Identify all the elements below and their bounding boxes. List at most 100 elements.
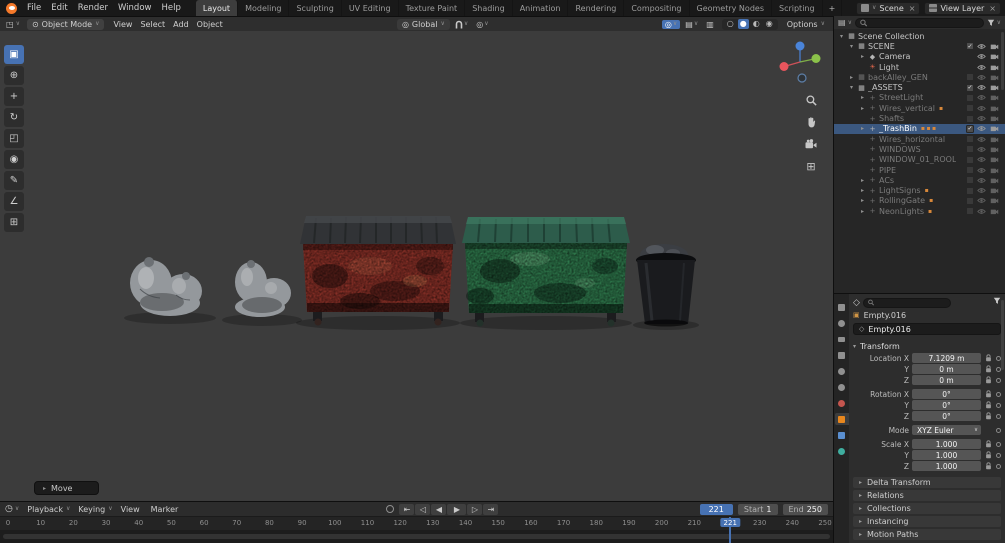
- frame-end-field[interactable]: End 250: [782, 503, 828, 515]
- render-camera-icon[interactable]: [989, 74, 1000, 81]
- jump-to-start-button[interactable]: ⇤: [399, 503, 415, 515]
- workspace-tab[interactable]: Sculpting: [289, 0, 342, 16]
- lock-icon[interactable]: [984, 365, 992, 373]
- render-camera-icon[interactable]: [989, 167, 1000, 174]
- tab-scene[interactable]: [835, 365, 849, 377]
- hide-eye-icon[interactable]: [976, 167, 987, 174]
- value-field[interactable]: 1.000: [912, 461, 981, 471]
- render-camera-icon[interactable]: [989, 187, 1000, 194]
- outliner-row[interactable]: ☀ Light: [834, 62, 1005, 72]
- hide-eye-icon[interactable]: [976, 125, 987, 132]
- properties-panel-header[interactable]: ▸ Delta Transform: [853, 477, 1001, 488]
- outliner-row[interactable]: ▸ + ACs: [834, 175, 1005, 185]
- filter-icon[interactable]: [993, 297, 1001, 308]
- exclude-checkbox[interactable]: [966, 104, 974, 113]
- timeline-editor-type-button[interactable]: ◷ ∨: [5, 504, 21, 514]
- hide-eye-icon[interactable]: [976, 43, 987, 50]
- frame-start-field[interactable]: Start 1: [737, 503, 778, 515]
- xray-toggle[interactable]: ▥: [703, 20, 717, 29]
- object-dumpster-green[interactable]: [462, 217, 630, 327]
- tab-modifiers[interactable]: [835, 429, 849, 441]
- object-name-field[interactable]: ◇ Empty.016: [853, 323, 1001, 335]
- shading-solid-icon[interactable]: ●: [737, 19, 749, 29]
- tab-render[interactable]: [835, 317, 849, 329]
- lock-icon[interactable]: [984, 451, 992, 459]
- value-field[interactable]: 0°: [912, 400, 981, 410]
- exclude-checkbox[interactable]: [966, 176, 974, 185]
- topbar-menu[interactable]: Render: [73, 0, 113, 16]
- disclosure-icon[interactable]: ▸: [848, 74, 855, 81]
- exclude-checkbox[interactable]: [966, 207, 974, 216]
- transform-orientation-selector[interactable]: ◎ Global ∨: [396, 18, 450, 30]
- render-camera-icon[interactable]: [989, 43, 1000, 50]
- value-field[interactable]: XYZ Euler ∨: [912, 425, 981, 435]
- object-trash-bags-left[interactable]: [130, 257, 202, 316]
- workspace-tab[interactable]: Modeling: [238, 0, 290, 16]
- outliner-row[interactable]: + PIPE: [834, 165, 1005, 175]
- navigation-gizmo[interactable]: [777, 39, 823, 88]
- hide-eye-icon[interactable]: [976, 177, 987, 184]
- outliner-row[interactable]: ▸ + LightSigns ▪: [834, 185, 1005, 195]
- exclude-checkbox[interactable]: ✓: [966, 83, 974, 92]
- show-overlays-toggle[interactable]: ▤ ∨: [682, 20, 701, 29]
- lock-icon[interactable]: [984, 390, 992, 398]
- outliner-row[interactable]: + Shafts: [834, 113, 1005, 123]
- disclosure-icon[interactable]: ▸: [859, 53, 866, 60]
- exclude-checkbox[interactable]: [966, 196, 974, 205]
- disclosure-icon[interactable]: ▸: [859, 94, 866, 101]
- exclude-checkbox[interactable]: [966, 155, 974, 164]
- transform-panel-header[interactable]: ▾ Transform: [853, 340, 1001, 352]
- tab-data[interactable]: [835, 445, 849, 457]
- animate-dot-icon[interactable]: [995, 442, 1001, 447]
- animate-dot-icon[interactable]: [995, 392, 1001, 397]
- animate-dot-icon[interactable]: [995, 403, 1001, 408]
- exclude-checkbox[interactable]: [966, 114, 974, 123]
- render-camera-icon[interactable]: [989, 208, 1000, 215]
- render-camera-icon[interactable]: [989, 197, 1000, 204]
- current-frame-field[interactable]: 221: [699, 503, 733, 515]
- grid-perspective-icon[interactable]: ⊞: [804, 159, 818, 173]
- outliner-row[interactable]: ▾ ▦ SCENE ✓: [834, 41, 1005, 51]
- render-camera-icon[interactable]: [989, 146, 1000, 153]
- render-camera-icon[interactable]: [989, 125, 1000, 132]
- render-camera-icon[interactable]: [989, 156, 1000, 163]
- auto-keying-toggle[interactable]: [386, 505, 395, 513]
- outliner-scrollbar[interactable]: [1001, 32, 1004, 90]
- render-camera-icon[interactable]: [989, 115, 1000, 122]
- properties-panel-header[interactable]: ▸ Collections: [853, 503, 1001, 514]
- properties-search[interactable]: [862, 297, 951, 308]
- operator-panel[interactable]: ▸ Move: [34, 481, 100, 495]
- pan-hand-icon[interactable]: [804, 115, 818, 129]
- editor-type-button[interactable]: ◳ ∨: [4, 20, 22, 29]
- hide-eye-icon[interactable]: [976, 53, 987, 60]
- exclude-checkbox[interactable]: [966, 93, 974, 102]
- tab-tool[interactable]: [835, 301, 849, 313]
- hide-eye-icon[interactable]: [976, 105, 987, 112]
- render-camera-icon[interactable]: [989, 136, 1000, 143]
- properties-scrollbar[interactable]: [1001, 300, 1004, 370]
- render-camera-icon[interactable]: [989, 84, 1000, 91]
- exclude-checkbox[interactable]: [966, 73, 974, 82]
- viewport-menu[interactable]: View: [109, 20, 136, 29]
- tool-select-box[interactable]: ▣: [4, 45, 24, 64]
- outliner-row[interactable]: ▸ + _TrashBin ▪▪▪ ✓: [834, 123, 1005, 134]
- disclosure-icon[interactable]: ▾: [848, 84, 855, 91]
- render-camera-icon[interactable]: [989, 53, 1000, 60]
- prev-keyframe-button[interactable]: ◁: [415, 503, 431, 515]
- tool-measure[interactable]: ∠: [4, 192, 24, 211]
- tab-world[interactable]: [835, 381, 849, 393]
- frame-ruler[interactable]: 0 10 20 30 40 50 60 70 80 90 100 110 120 130 140 150 160…: [6, 517, 832, 530]
- outliner-row[interactable]: ▸ + NeonLights ▪: [834, 206, 1005, 216]
- outliner-row[interactable]: ▸ + StreetLight: [834, 93, 1005, 103]
- lock-icon[interactable]: [984, 462, 992, 470]
- timeline-ruler-area[interactable]: 0 10 20 30 40 50 60 70 80 90 100 110 120 130 140 150 160…: [0, 516, 833, 543]
- render-camera-icon[interactable]: [989, 64, 1000, 71]
- breadcrumb-object-name[interactable]: Empty.016: [864, 311, 906, 320]
- value-field[interactable]: 0°: [912, 389, 981, 399]
- workspace-tab[interactable]: Geometry Nodes: [690, 0, 772, 16]
- blender-logo-icon[interactable]: [6, 2, 17, 14]
- tool-cursor[interactable]: ⊕: [4, 66, 24, 85]
- hide-eye-icon[interactable]: [976, 197, 987, 204]
- workspace-tab[interactable]: Animation: [513, 0, 569, 16]
- value-field[interactable]: 1.000: [912, 439, 981, 449]
